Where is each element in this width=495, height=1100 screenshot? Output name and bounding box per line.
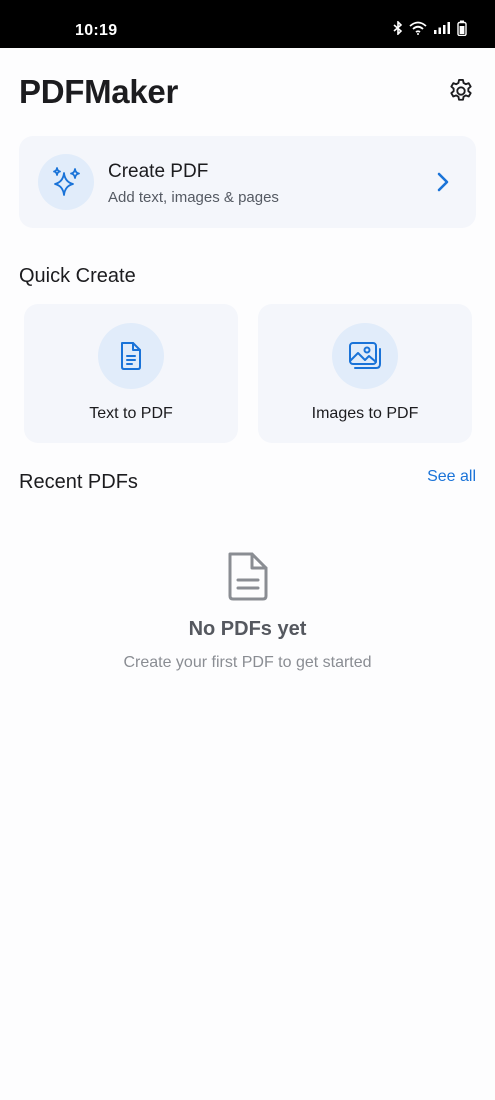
document-text-icon: [121, 342, 141, 370]
bluetooth-icon: [393, 21, 403, 35]
battery-icon: [457, 20, 467, 36]
create-pdf-title: Create PDF: [108, 161, 209, 182]
text-to-pdf-card[interactable]: Text to PDF: [24, 304, 238, 443]
status-icons: [393, 20, 467, 36]
document-icon: [226, 550, 270, 602]
text-to-pdf-label: Text to PDF: [89, 405, 173, 422]
see-all-link[interactable]: See all: [427, 468, 476, 486]
app-title: PDFMaker: [19, 73, 178, 110]
settings-button[interactable]: [446, 76, 476, 106]
recent-pdfs-heading: Recent PDFs: [19, 471, 138, 493]
create-pdf-card[interactable]: Create PDF Add text, images & pages: [19, 136, 476, 228]
sparkles-icon: [53, 167, 80, 196]
create-pdf-subtitle: Add text, images & pages: [108, 189, 279, 206]
images-to-pdf-card[interactable]: Images to PDF: [258, 304, 472, 443]
create-pdf-icon-circle: [38, 154, 94, 210]
quick-create-heading: Quick Create: [19, 265, 136, 287]
chevron-right-icon: [431, 169, 455, 195]
status-bar: 10:19: [0, 0, 495, 48]
images-icon: [349, 342, 381, 369]
status-time: 10:19: [75, 22, 118, 39]
wifi-icon: [409, 21, 427, 35]
images-to-pdf-label: Images to PDF: [311, 405, 419, 422]
empty-state-subtitle: Create your first PDF to get started: [123, 654, 372, 671]
text-to-pdf-icon-circle: [98, 323, 164, 389]
signal-icon: [434, 22, 450, 34]
empty-state-title: No PDFs yet: [188, 618, 307, 640]
images-to-pdf-icon-circle: [332, 323, 398, 389]
gear-icon: [450, 78, 472, 101]
